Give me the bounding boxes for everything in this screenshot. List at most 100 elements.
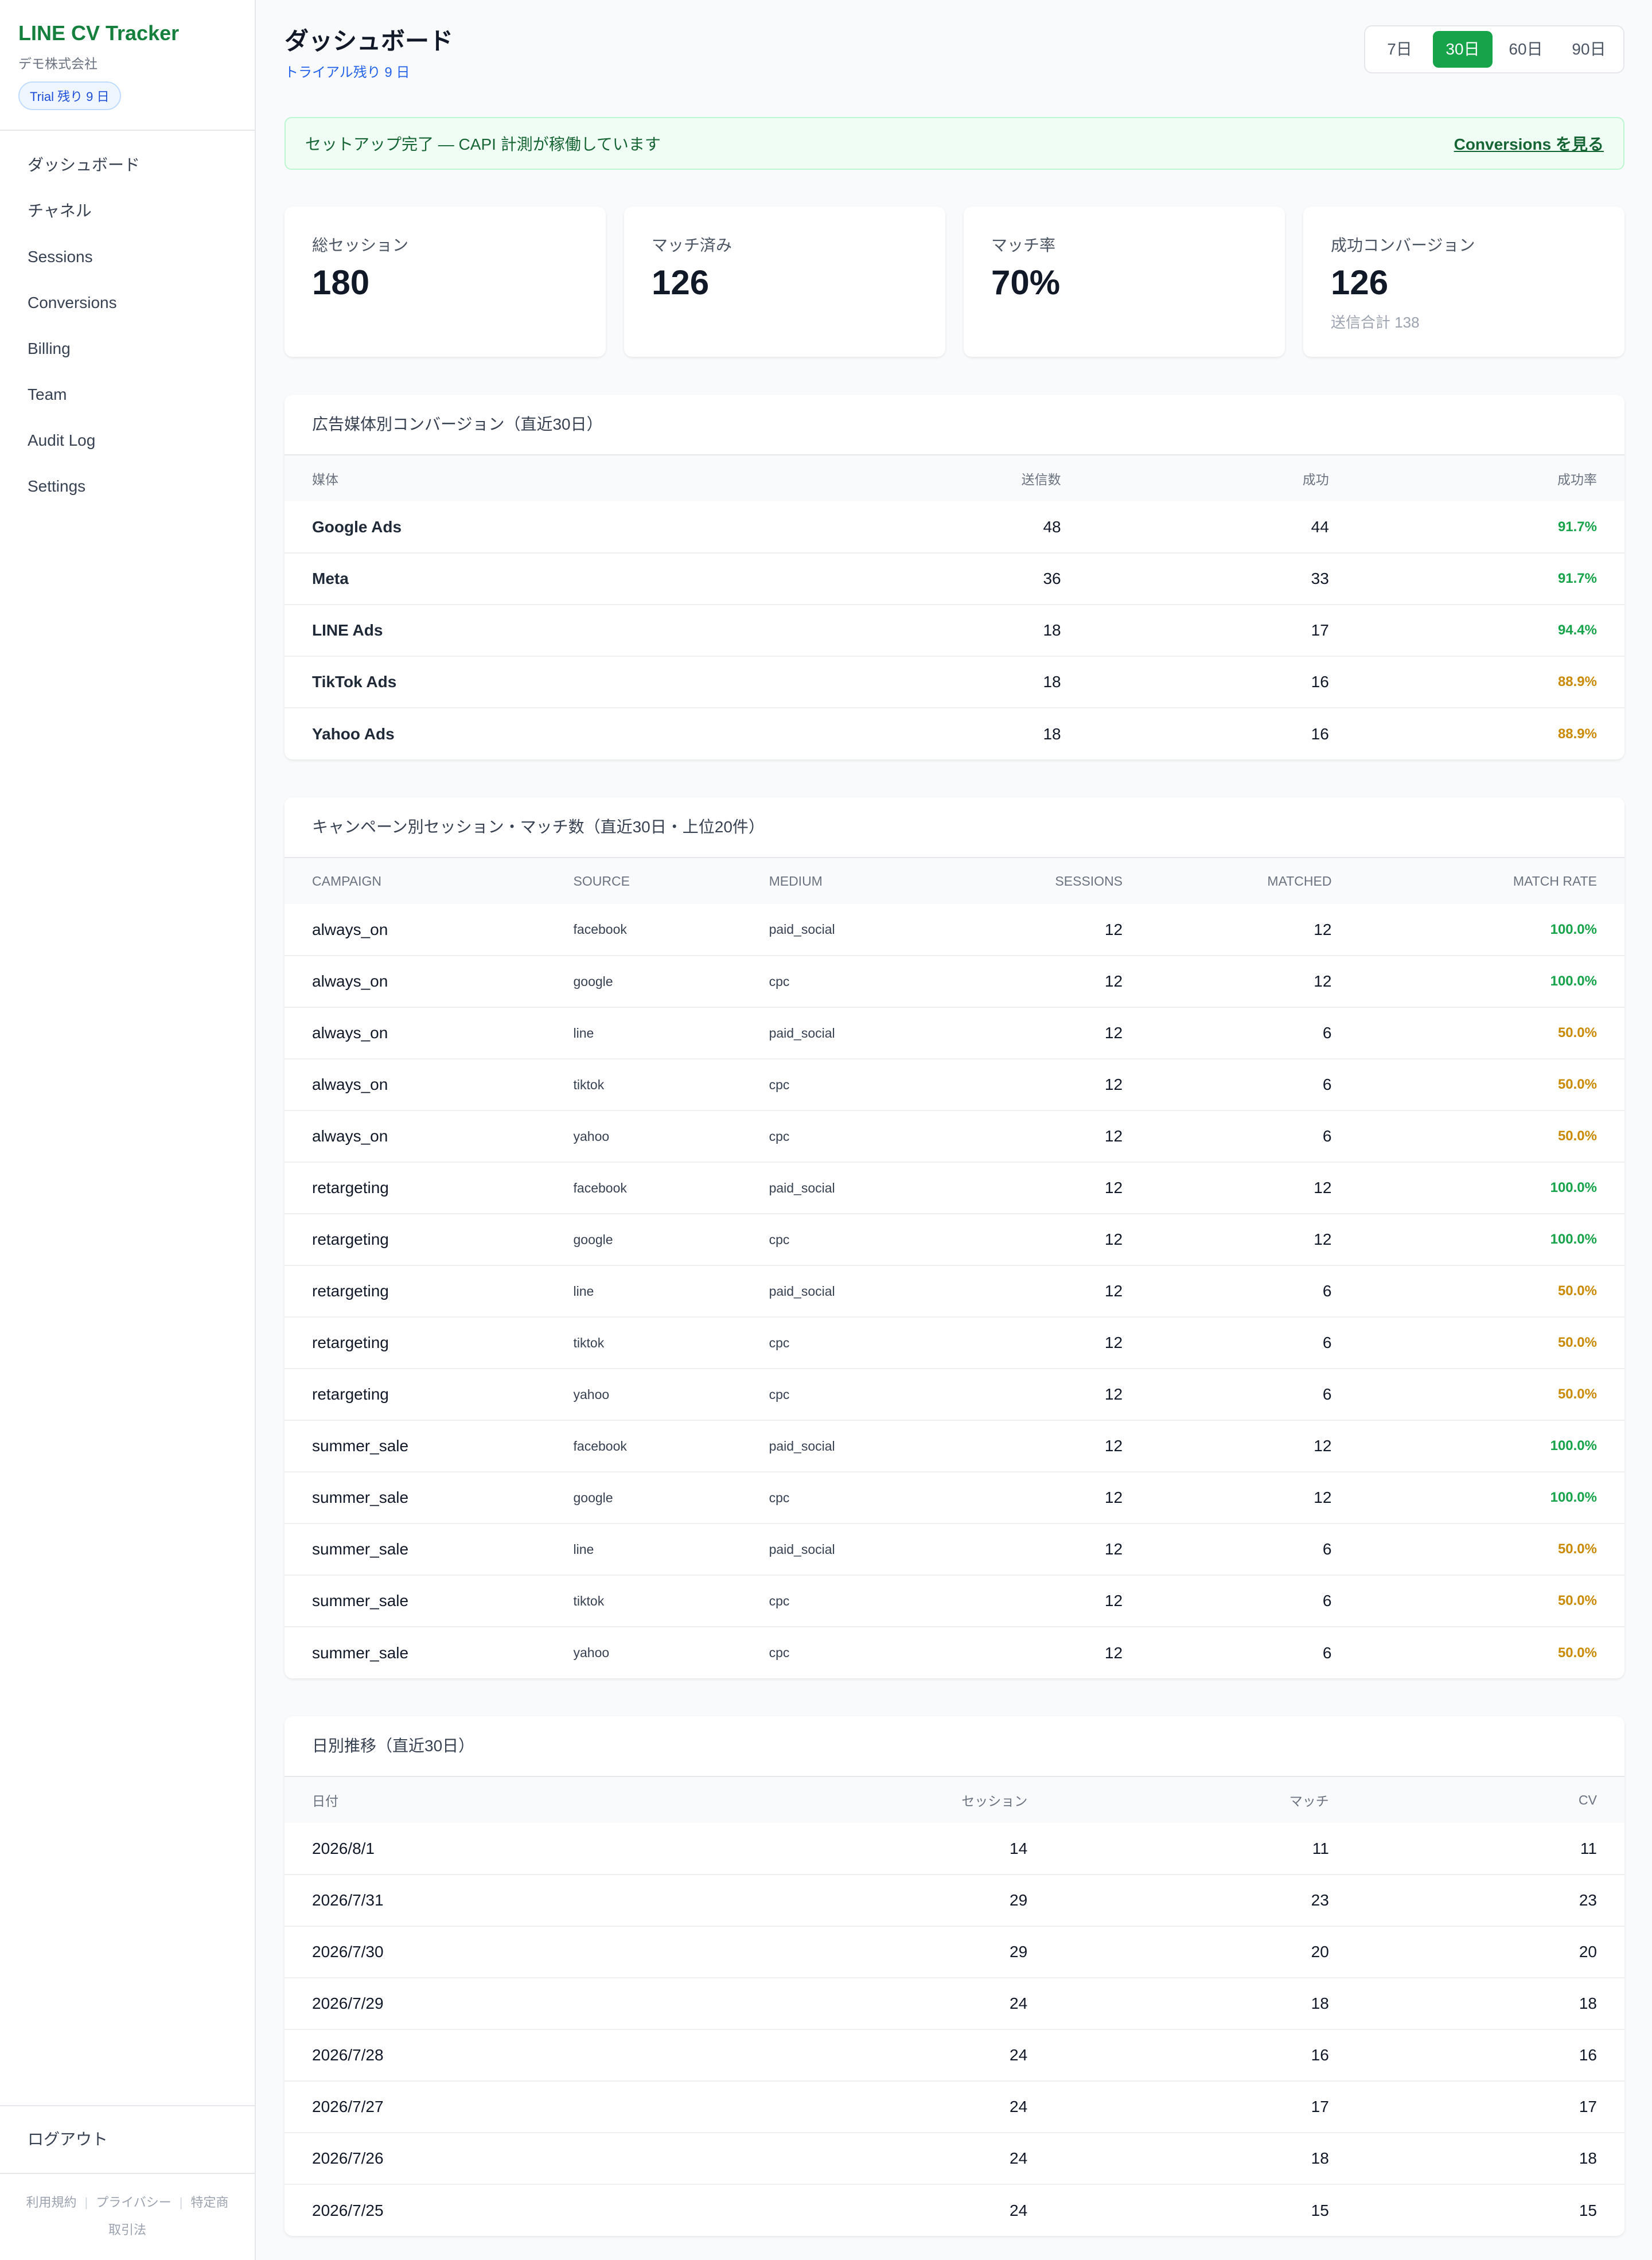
date-cell: 2026/7/27 — [285, 2080, 754, 2133]
match-rate-cell: 50.0% — [1359, 1316, 1624, 1369]
column-header: SOURCE — [546, 858, 742, 904]
page-title: ダッシュボード — [285, 28, 454, 54]
matched-cell: 6 — [1150, 1316, 1359, 1369]
match-cell: 16 — [1055, 2029, 1357, 2081]
alert-message: セットアップ完了 — CAPI 計測が稼働しています — [305, 135, 661, 153]
medium-cell: cpc — [741, 955, 976, 1007]
sidebar-item-channels[interactable]: チャネル — [0, 188, 255, 234]
match-rate-cell: 50.0% — [1359, 1523, 1624, 1575]
table-row: 2026/8/1 14 11 11 — [285, 1823, 1624, 1875]
kpi-label: 成功コンバージョン — [1331, 236, 1475, 254]
page-header: ダッシュボード トライアル残り 9 日 7日 30日 60日 90日 — [285, 25, 1624, 117]
column-header: 送信数 — [820, 455, 1089, 501]
source-cell: yahoo — [546, 1110, 742, 1162]
match-rate-cell: 100.0% — [1359, 955, 1624, 1007]
sessions-cell: 12 — [976, 1265, 1151, 1317]
table-row: retargeting facebook paid_social 12 12 100.0% — [285, 1162, 1624, 1214]
app-logo-title[interactable]: LINE CV Tracker — [18, 21, 236, 46]
sessions-cell: 12 — [976, 1420, 1151, 1472]
media-table-body: Google Ads 48 44 91.7% Meta 36 33 91.7% LINE Ads… — [285, 501, 1624, 759]
sessions-cell: 14 — [1010, 1839, 1028, 1857]
privacy-link[interactable]: プライバシー — [96, 2195, 172, 2210]
cv-cell: 15 — [1356, 2184, 1624, 2236]
kpi-row: 総セッション 180 マッチ済み 126 マッチ率 70% 成功コンバージョン … — [285, 206, 1624, 357]
terms-link[interactable]: 利用規約 — [26, 2195, 76, 2210]
legal-separator: | — [84, 2195, 88, 2210]
table-row: summer_sale yahoo cpc 12 6 50.0% — [285, 1626, 1624, 1678]
cv-cell: 23 — [1356, 1874, 1624, 1926]
main-content: ダッシュボード トライアル残り 9 日 7日 30日 60日 90日 セットアッ… — [256, 0, 1652, 2260]
medium-cell: paid_social — [741, 1420, 976, 1472]
sidebar-item-sessions[interactable]: Sessions — [0, 234, 255, 280]
range-90d-button[interactable]: 90日 — [1559, 31, 1619, 68]
match-cell: 23 — [1055, 1874, 1357, 1926]
sessions-cell: 12 — [976, 1007, 1151, 1059]
sessions-cell: 29 — [753, 1874, 1055, 1926]
table-row: summer_sale facebook paid_social 12 12 100.0% — [285, 1420, 1624, 1472]
column-header: 成功率 — [1356, 455, 1624, 501]
sessions-cell: 12 — [976, 1213, 1151, 1265]
success-count-cell: 33 — [1088, 552, 1357, 605]
sidebar-item-settings[interactable]: Settings — [0, 463, 255, 509]
medium-cell: cpc — [741, 1213, 976, 1265]
title-block: ダッシュボード トライアル残り 9 日 — [285, 25, 453, 81]
company-name: デモ株式会社 — [18, 56, 98, 71]
match-rate-cell: 100.0% — [1359, 1162, 1624, 1214]
sidebar-item-audit-log[interactable]: Audit Log — [0, 418, 255, 463]
medium-cell: paid_social — [741, 1162, 976, 1214]
table-row: summer_sale tiktok cpc 12 6 50.0% — [285, 1575, 1624, 1627]
campaign-cell: retargeting — [285, 1316, 546, 1369]
cv-cell: 17 — [1356, 2080, 1624, 2133]
table-row: always_on line paid_social 12 6 50.0% — [285, 1007, 1624, 1059]
campaign-cell: summer_sale — [285, 1626, 546, 1678]
range-60d-button[interactable]: 60日 — [1496, 31, 1556, 68]
view-conversions-link[interactable]: Conversions を見る — [1454, 132, 1604, 155]
success-rate-cell: 91.7% — [1356, 552, 1624, 605]
daily-trend-card: 日別推移（直近30日） 日付 セッション マッチ CV 2026/8/1 14 11… — [285, 1716, 1624, 2236]
table-row: 2026/7/27 24 17 17 — [285, 2080, 1624, 2133]
tokutei-link-line2: 取引法 — [108, 2223, 146, 2237]
matched-cell: 6 — [1150, 1575, 1359, 1627]
campaign-cell: summer_sale — [285, 1420, 546, 1472]
success-rate-cell: 91.7% — [1557, 519, 1597, 535]
column-header: 媒体 — [285, 455, 821, 501]
match-rate-cell: 100.0% — [1359, 1471, 1624, 1523]
column-header: CAMPAIGN — [285, 858, 546, 904]
sidebar-item-conversions[interactable]: Conversions — [0, 280, 255, 326]
sessions-cell: 24 — [753, 2184, 1055, 2236]
match-rate-cell: 100.0% — [1359, 1420, 1624, 1472]
range-7d-button[interactable]: 7日 — [1370, 31, 1429, 68]
column-header: マッチ — [1055, 1777, 1357, 1823]
table-row: summer_sale google cpc 12 12 100.0% — [285, 1471, 1624, 1523]
sessions-cell: 24 — [753, 2029, 1055, 2081]
card-title: 日別推移（直近30日） — [285, 1716, 1624, 1777]
medium-cell: cpc — [741, 1110, 976, 1162]
medium-cell: cpc — [741, 1626, 976, 1678]
match-rate-cell: 50.0% — [1359, 1007, 1624, 1059]
legal-links: 利用規約 | プライバシー | 特定商 取引法 — [0, 2173, 255, 2260]
cv-cell: 11 — [1580, 1839, 1597, 1857]
match-rate-cell: 50.0% — [1359, 1368, 1624, 1420]
column-header: SESSIONS — [976, 858, 1151, 904]
success-rate-cell: 88.9% — [1356, 707, 1624, 759]
range-30d-button[interactable]: 30日 — [1433, 31, 1493, 68]
kpi-value: 70% — [991, 263, 1061, 302]
match-rate-cell: 50.0% — [1359, 1110, 1624, 1162]
sidebar-footer: ログアウト 利用規約 | プライバシー | 特定商 取引法 — [0, 2105, 255, 2260]
campaign-cell: retargeting — [285, 1213, 546, 1265]
logout-button[interactable]: ログアウト — [0, 2105, 255, 2173]
match-rate-cell: 50.0% — [1359, 1265, 1624, 1317]
medium-cell: cpc — [741, 1471, 976, 1523]
date-cell: 2026/8/1 — [312, 1839, 375, 1857]
medium-cell: paid_social — [741, 1007, 976, 1059]
sidebar-item-dashboard[interactable]: ダッシュボード — [0, 142, 255, 188]
campaign-cell: summer_sale — [285, 1471, 546, 1523]
tokutei-link-line1: 特定商 — [190, 2195, 229, 2210]
sidebar-item-team[interactable]: Team — [0, 372, 255, 418]
column-header: MEDIUM — [741, 858, 976, 904]
sidebar-item-billing[interactable]: Billing — [0, 326, 255, 372]
table-row: always_on google cpc 12 12 100.0% — [285, 955, 1624, 1007]
card-title: 広告媒体別コンバージョン（直近30日） — [285, 395, 1624, 455]
card-title: キャンペーン別セッション・マッチ数（直近30日・上位20件） — [285, 797, 1624, 858]
daily-trend-table: 日付 セッション マッチ CV 2026/8/1 14 11 11 2026/7/31 2… — [285, 1777, 1624, 2236]
